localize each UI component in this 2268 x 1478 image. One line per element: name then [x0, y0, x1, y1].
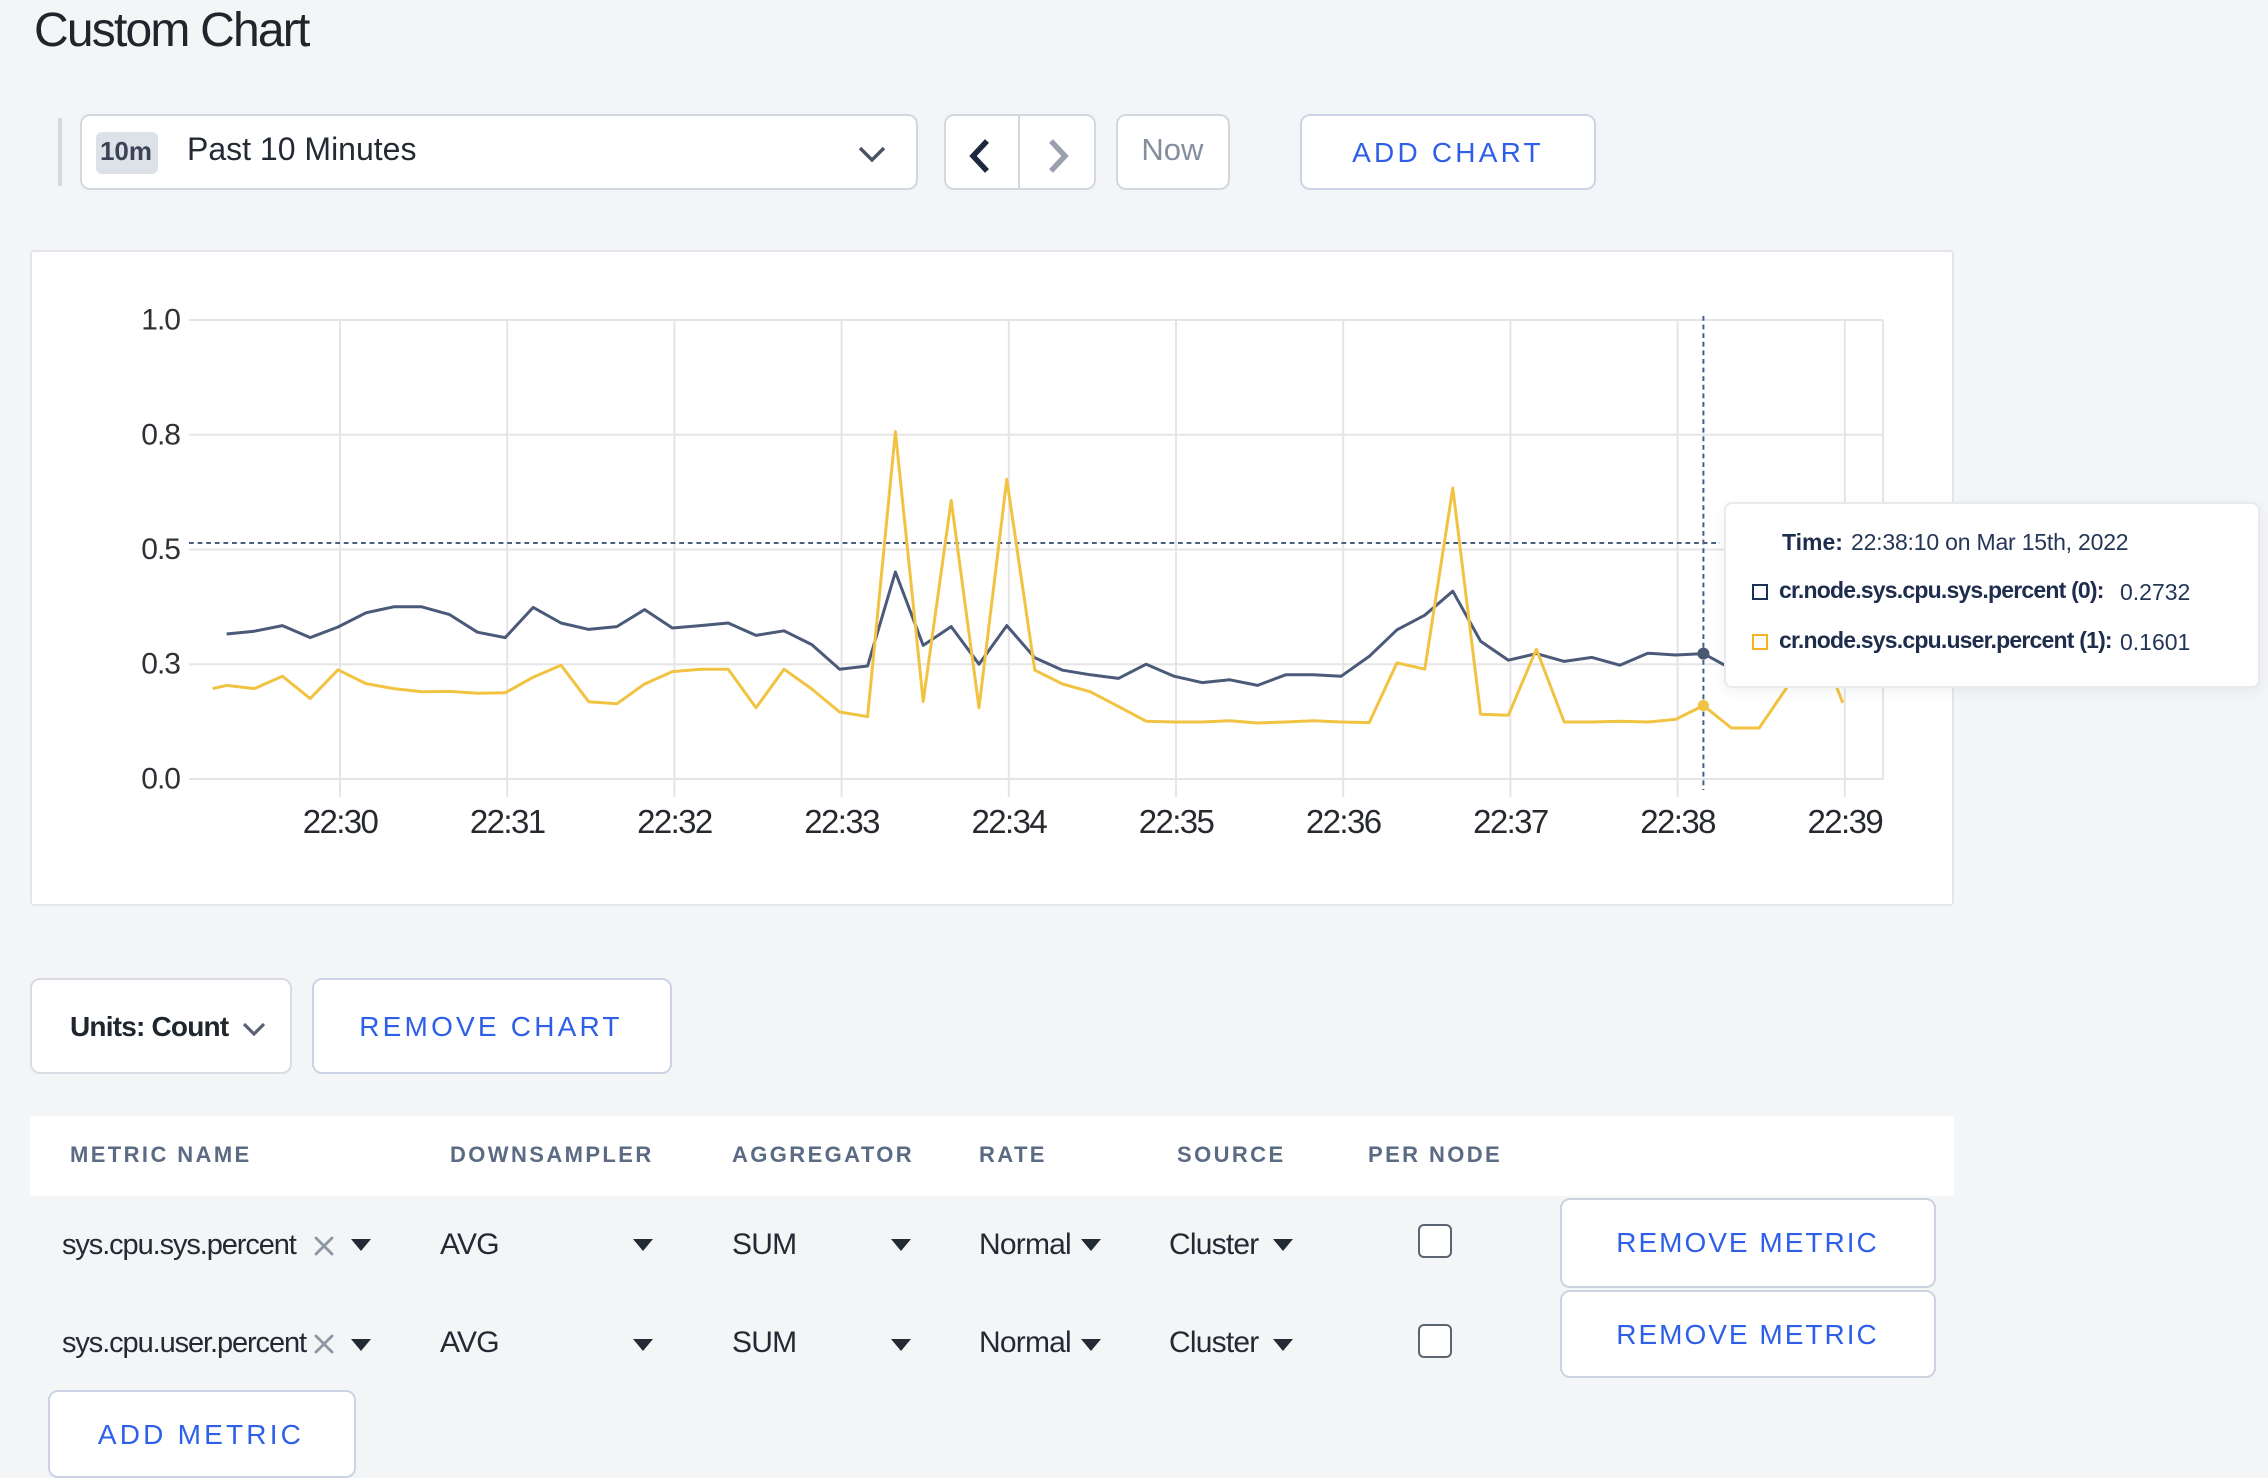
svg-text:0.8: 0.8 [141, 418, 180, 451]
svg-text:0.5: 0.5 [141, 533, 180, 566]
svg-text:1.0: 1.0 [141, 304, 180, 337]
svg-text:22:38: 22:38 [1640, 803, 1715, 840]
svg-text:22:36: 22:36 [1306, 803, 1381, 840]
svg-text:22:31: 22:31 [470, 803, 545, 840]
svg-text:22:33: 22:33 [804, 803, 879, 840]
svg-text:22:39: 22:39 [1808, 803, 1883, 840]
svg-text:22:30: 22:30 [303, 803, 379, 840]
svg-text:0.3: 0.3 [141, 648, 180, 681]
svg-text:22:32: 22:32 [637, 803, 712, 840]
svg-text:0.0: 0.0 [141, 763, 180, 796]
svg-text:22:37: 22:37 [1473, 803, 1548, 840]
svg-text:22:35: 22:35 [1139, 803, 1214, 840]
svg-text:22:34: 22:34 [972, 803, 1048, 840]
